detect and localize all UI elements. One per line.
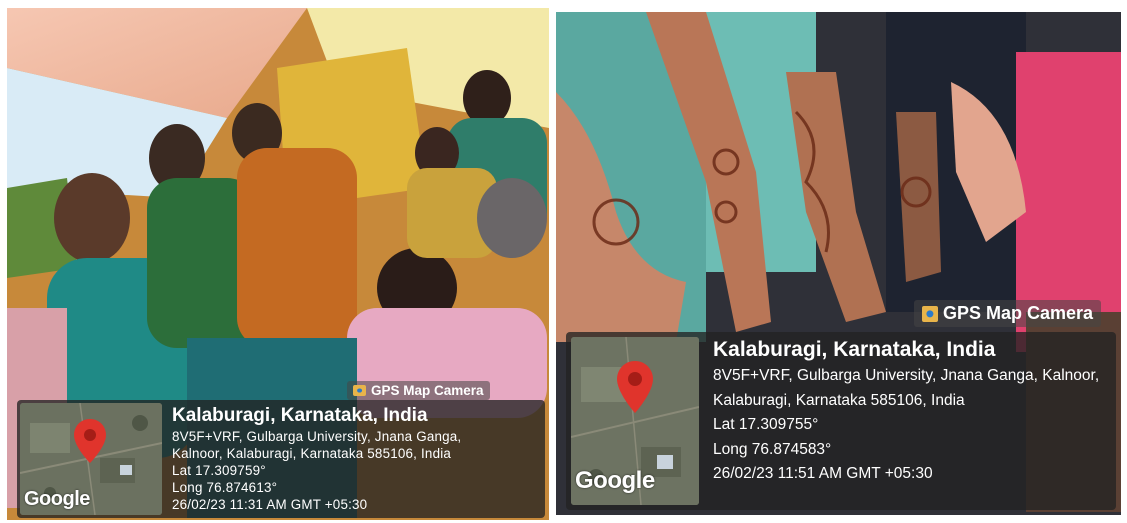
address-line-1: 8V5F+VRF, Gulbarga University, Jnana Gan… — [713, 367, 1100, 384]
gps-map-camera-icon — [922, 305, 938, 322]
camera-label-text: GPS Map Camera — [943, 303, 1094, 323]
camera-label-text: GPS Map Camera — [371, 383, 484, 398]
gps-map-camera-label: GPS Map Camera — [914, 300, 1102, 327]
datetime: 26/02/23 11:31 AM GMT +05:30 — [172, 497, 368, 512]
longitude: Long 76.874583° — [713, 440, 832, 458]
satellite-map-thumbnail: Google — [20, 403, 162, 515]
latitude: Lat 17.309759° — [172, 463, 266, 478]
google-logo: Google — [575, 467, 655, 494]
longitude: Long 76.874613° — [172, 480, 278, 495]
latitude: Lat 17.309755° — [713, 416, 819, 433]
address-line-2: Kalnoor, Kalaburagi, Karnataka 585106, I… — [172, 446, 452, 461]
location-title: Kalaburagi, Karnataka, India — [713, 338, 996, 361]
address-line-2: Kalaburagi, Karnataka 585106, India — [713, 391, 965, 409]
address-line-1: 8V5F+VRF, Gulbarga University, Jnana Gan… — [172, 429, 462, 444]
geotag-info: Kalaburagi, Karnataka, India 8V5F+VRF, G… — [699, 332, 1099, 510]
photo-group-women: GPS Map Camera Google Kalaburagi, Karnat… — [7, 8, 549, 520]
map-pin-icon — [74, 419, 106, 463]
geotag-stamp: Google Kalaburagi, Karnataka, India 8V5F… — [566, 332, 1116, 510]
google-logo: Google — [24, 488, 90, 510]
satellite-map-thumbnail: Google — [571, 337, 699, 505]
gps-map-camera-label: GPS Map Camera — [347, 381, 490, 400]
datetime: 26/02/23 11:51 AM GMT +05:30 — [713, 465, 933, 482]
photo-mehndi-hands: GPS Map Camera Google Kalaburagi, Karnat… — [556, 12, 1121, 515]
gps-map-camera-icon — [353, 385, 366, 396]
geotag-info: Kalaburagi, Karnataka, India 8V5F+VRF, G… — [162, 400, 461, 518]
map-pin-icon — [617, 361, 653, 413]
geotag-stamp: Google Kalaburagi, Karnataka, India 8V5F… — [17, 400, 545, 518]
location-title: Kalaburagi, Karnataka, India — [172, 405, 428, 426]
